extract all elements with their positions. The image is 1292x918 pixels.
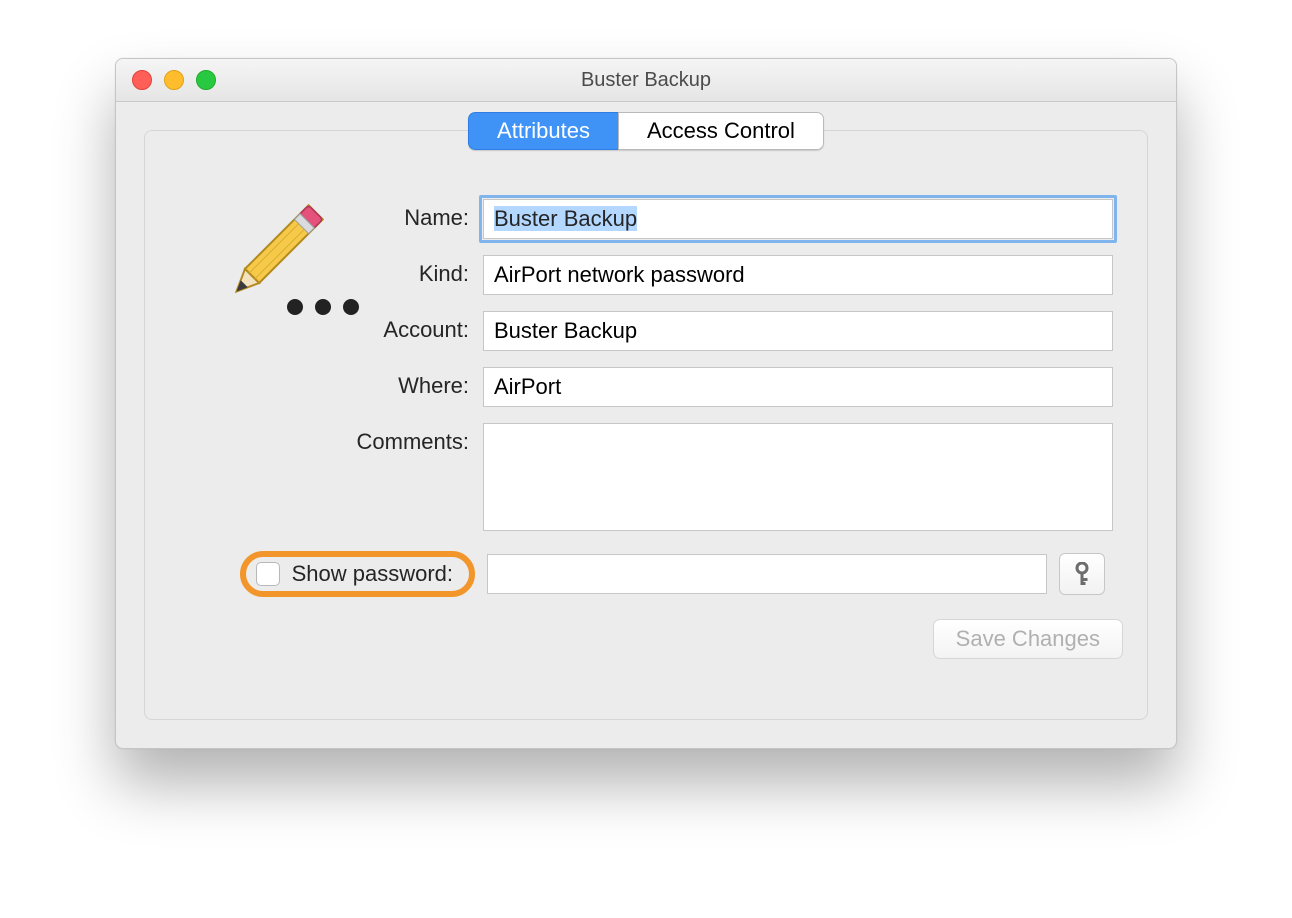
- key-icon: [1072, 562, 1092, 586]
- password-assistant-button[interactable]: [1059, 553, 1105, 595]
- account-field[interactable]: [483, 311, 1113, 351]
- content-panel: Attributes Access Control: [144, 130, 1148, 720]
- minimize-window-button[interactable]: [164, 70, 184, 90]
- window-title: Buster Backup: [116, 69, 1176, 92]
- password-dots-icon: [287, 299, 359, 315]
- titlebar: Buster Backup: [116, 59, 1176, 102]
- tab-segmented-control: Attributes Access Control: [468, 112, 824, 150]
- password-item-icon: [209, 199, 329, 319]
- tab-attributes[interactable]: Attributes: [468, 112, 618, 150]
- password-field[interactable]: [487, 554, 1047, 594]
- kind-field[interactable]: [483, 255, 1113, 295]
- tab-access-control[interactable]: Access Control: [618, 112, 824, 150]
- zoom-window-button[interactable]: [196, 70, 216, 90]
- where-field[interactable]: [483, 367, 1113, 407]
- where-label: Where:: [169, 367, 483, 399]
- name-field[interactable]: [483, 199, 1113, 239]
- keychain-item-window: Buster Backup Attributes Access Control: [115, 58, 1177, 749]
- close-window-button[interactable]: [132, 70, 152, 90]
- show-password-label: Show password:: [292, 561, 453, 587]
- save-changes-button[interactable]: Save Changes: [933, 619, 1123, 659]
- window-controls: [132, 70, 216, 90]
- comments-label: Comments:: [169, 423, 483, 455]
- comments-field[interactable]: [483, 423, 1113, 531]
- show-password-checkbox[interactable]: [256, 562, 280, 586]
